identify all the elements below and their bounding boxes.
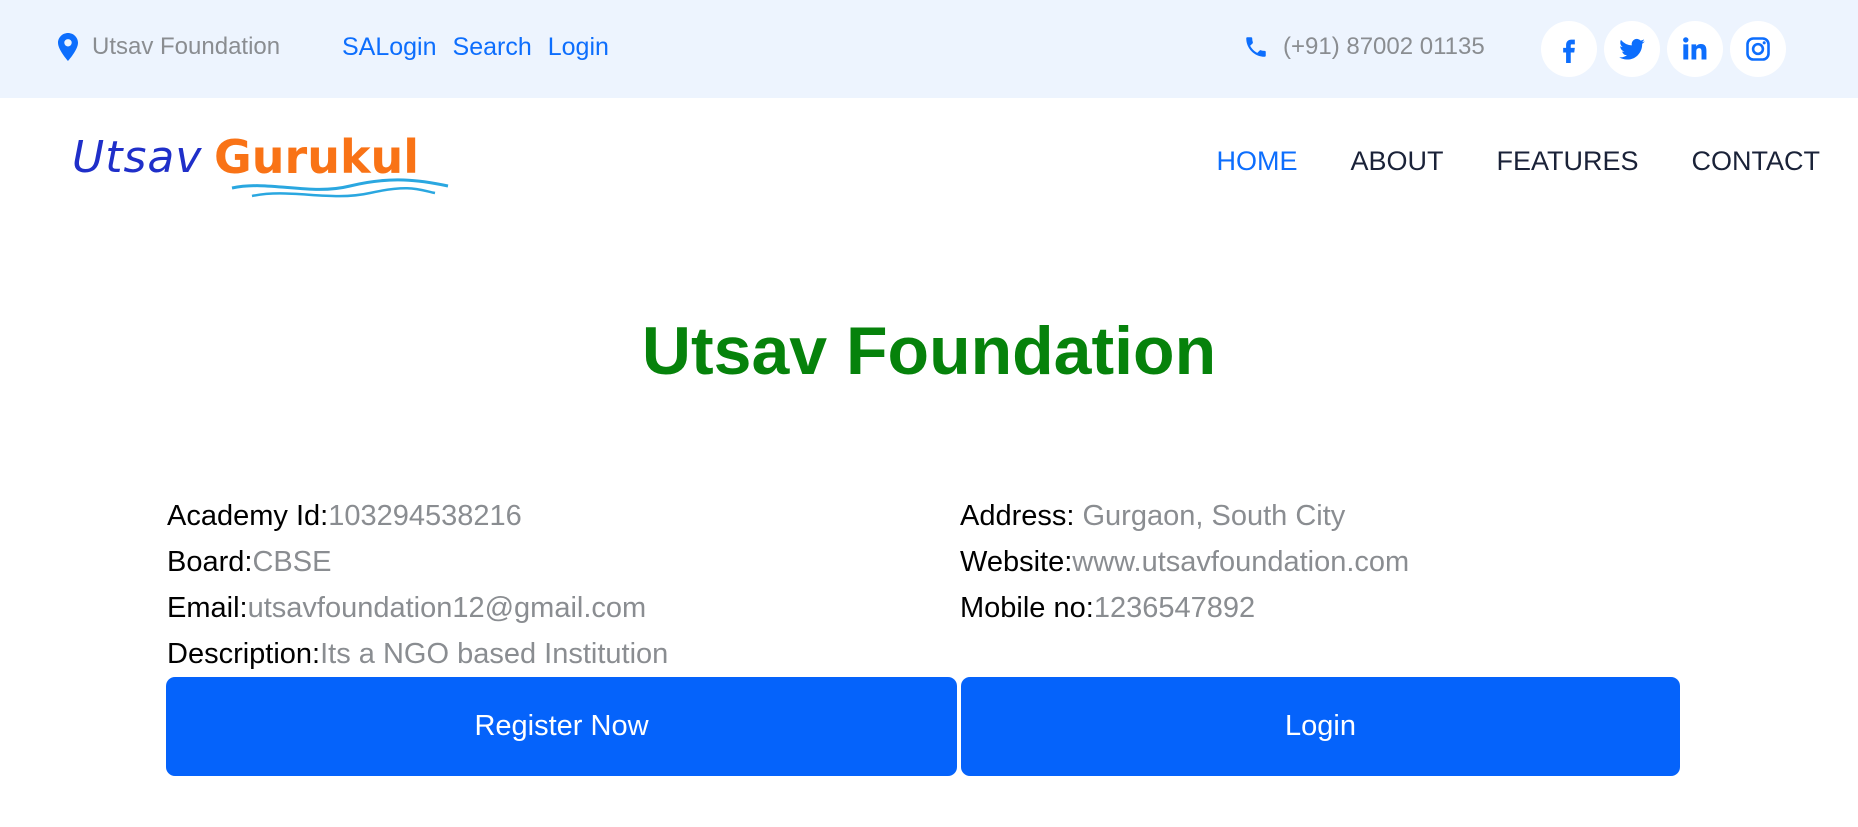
linkedin-icon	[1683, 37, 1707, 60]
location-text: Utsav Foundation	[92, 33, 281, 60]
academy-id-label: Academy Id:	[167, 500, 329, 532]
nav-item-home[interactable]: HOME	[1216, 146, 1297, 177]
logo-text-gurukul: Gurukul	[214, 130, 420, 184]
search-link[interactable]: Search	[453, 33, 532, 62]
facebook-button[interactable]	[1541, 21, 1597, 77]
website-value: www.utsavfoundation.com	[1072, 546, 1410, 578]
top-bar: Utsav Foundation SALogin Search Login (+…	[0, 0, 1858, 98]
board-row: Board:CBSE	[167, 539, 668, 585]
location: Utsav Foundation	[58, 33, 280, 61]
info-right-column: Address: Gurgaon, South City Website:www…	[960, 493, 1409, 631]
map-pin-icon	[58, 33, 78, 61]
academy-id-value: 103294538216	[328, 500, 522, 532]
main-nav: HOME ABOUT FEATURES CONTACT	[1216, 146, 1820, 177]
phone-contact: (+91) 87002 01135	[1243, 33, 1485, 61]
email-value: utsavfoundation12@gmail.com	[247, 592, 647, 624]
social-links	[1541, 21, 1786, 77]
description-label: Description:	[167, 638, 321, 670]
board-label: Board:	[167, 546, 253, 578]
mobile-value: 1236547892	[1093, 592, 1256, 624]
twitter-icon	[1619, 38, 1645, 60]
address-row: Address: Gurgaon, South City	[960, 493, 1409, 539]
email-label: Email:	[167, 592, 248, 624]
top-login-link[interactable]: Login	[548, 33, 609, 62]
phone-icon	[1246, 37, 1266, 57]
email-row: Email:utsavfoundation12@gmail.com	[167, 585, 668, 631]
login-button[interactable]: Login	[961, 677, 1680, 776]
info-left-column: Academy Id:103294538216 Board:CBSE Email…	[167, 493, 668, 677]
description-value: Its a NGO based Institution	[320, 638, 669, 670]
website-row: Website:www.utsavfoundation.com	[960, 539, 1409, 585]
nav-item-features[interactable]: FEATURES	[1496, 146, 1638, 177]
mobile-row: Mobile no:1236547892	[960, 585, 1409, 631]
twitter-button[interactable]	[1604, 21, 1660, 77]
top-links: SALogin Search Login	[342, 33, 609, 62]
nav-item-contact[interactable]: CONTACT	[1692, 146, 1821, 177]
academy-id-row: Academy Id:103294538216	[167, 493, 668, 539]
logo-wave-icon	[231, 178, 449, 198]
address-label: Address:	[960, 500, 1083, 532]
phone-number: (+91) 87002 01135	[1283, 33, 1485, 60]
website-label: Website:	[960, 546, 1073, 578]
nav-item-about[interactable]: ABOUT	[1350, 146, 1443, 177]
salogin-link[interactable]: SALogin	[342, 33, 437, 62]
description-row: Description:Its a NGO based Institution	[167, 631, 668, 677]
instagram-icon	[1746, 37, 1770, 61]
register-now-button[interactable]: Register Now	[166, 677, 957, 776]
site-logo[interactable]: Utsav Gurukul	[70, 128, 449, 204]
linkedin-button[interactable]	[1667, 21, 1723, 77]
board-value: CBSE	[252, 546, 332, 578]
logo-text-utsav: Utsav	[72, 132, 203, 183]
mobile-label: Mobile no:	[960, 592, 1094, 624]
facebook-icon	[1563, 39, 1575, 63]
page-title: Utsav Foundation	[641, 313, 1217, 389]
instagram-button[interactable]	[1730, 21, 1786, 77]
address-value: Gurgaon, South City	[1082, 500, 1346, 532]
